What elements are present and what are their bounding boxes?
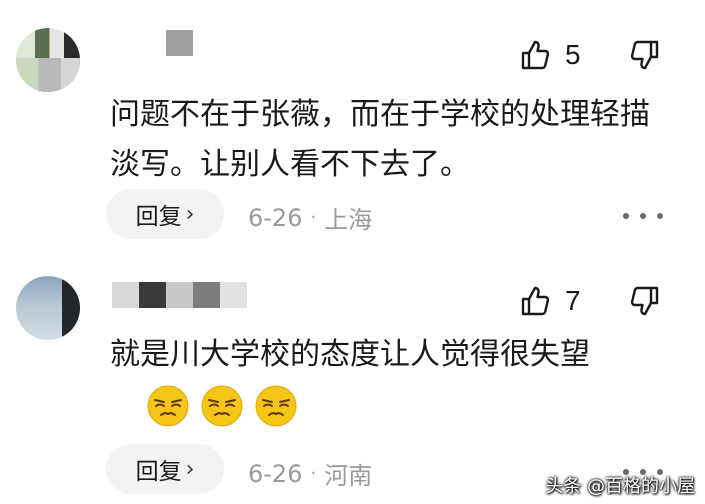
like-count: 7 (565, 285, 581, 316)
comment-text: 就是川大学校的态度让人觉得很失望 (110, 337, 590, 372)
like-button[interactable]: 7 (517, 281, 581, 321)
username-redacted[interactable] (112, 282, 247, 308)
smirk-emoji-icon (201, 385, 243, 427)
watermark: 头条 @百格的小屋 (545, 476, 695, 497)
smirk-emoji-icon (147, 385, 189, 427)
comment-meta: 6-26 · 河南 (248, 456, 372, 491)
separator-dot: · (310, 463, 317, 484)
reply-label: 回复 (135, 459, 182, 485)
emoji-row (146, 384, 298, 428)
thumbs-down-icon[interactable] (627, 283, 663, 319)
smirk-emoji-icon (255, 385, 297, 427)
comment-2-content: 7 就是川大学校的态度让人觉得很失望 回复 › 6-26 · 河南 (0, 0, 705, 504)
thumbs-up-icon (517, 283, 553, 319)
chevron-right-icon: › (185, 456, 195, 482)
comment-location: 河南 (324, 462, 373, 490)
reply-button[interactable]: 回复 › (106, 444, 224, 494)
comment-date: 6-26 (248, 459, 303, 488)
